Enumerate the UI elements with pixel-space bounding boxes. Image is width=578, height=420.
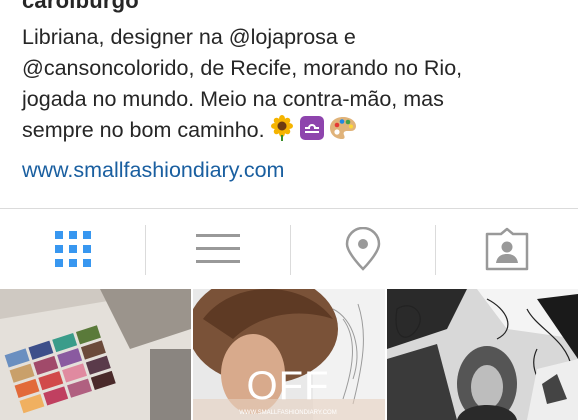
profile-bio: Libriana, designer na @lojaprosa e @cans… (22, 22, 578, 146)
bio-line: @cansoncolorido, de Recife, morando no R… (22, 56, 463, 80)
post-image (387, 289, 578, 420)
bio-line: sempre no bom caminho. (22, 118, 265, 142)
tab-list-view[interactable] (145, 209, 290, 289)
photo-grid: OFF WWW.SMALLFASHIONDIARY.COM (0, 289, 578, 420)
post-overlay-caption: WWW.SMALLFASHIONDIARY.COM (239, 410, 337, 416)
bio-line: jogada no mundo. Meio na contra-mão, mas (22, 87, 444, 111)
bio-line-last: sempre no bom caminho. (22, 115, 578, 146)
post-thumbnail[interactable] (0, 289, 191, 420)
post-overlay-text: OFF (246, 364, 330, 408)
tagged-person-icon (485, 227, 528, 271)
profile-username: carolburgo (22, 0, 139, 13)
grid-icon (54, 231, 91, 267)
tab-photo-map[interactable] (290, 209, 435, 289)
post-thumbnail[interactable]: OFF WWW.SMALLFASHIONDIARY.COM (193, 289, 385, 420)
location-pin-icon (345, 227, 380, 271)
bio-line: Libriana, designer na @lojaprosa e (22, 25, 356, 49)
tab-grid-view[interactable] (0, 209, 145, 289)
profile-website-link[interactable]: www.smallfashiondiary.com (22, 155, 284, 186)
sunflower-emoji (269, 115, 295, 150)
libra-emoji (299, 115, 325, 150)
artist-palette-emoji (329, 115, 357, 150)
tab-tagged-photos[interactable] (435, 209, 578, 289)
profile-tab-bar (0, 209, 578, 289)
post-image (0, 289, 191, 420)
list-icon (195, 234, 240, 263)
post-thumbnail[interactable] (387, 289, 578, 420)
